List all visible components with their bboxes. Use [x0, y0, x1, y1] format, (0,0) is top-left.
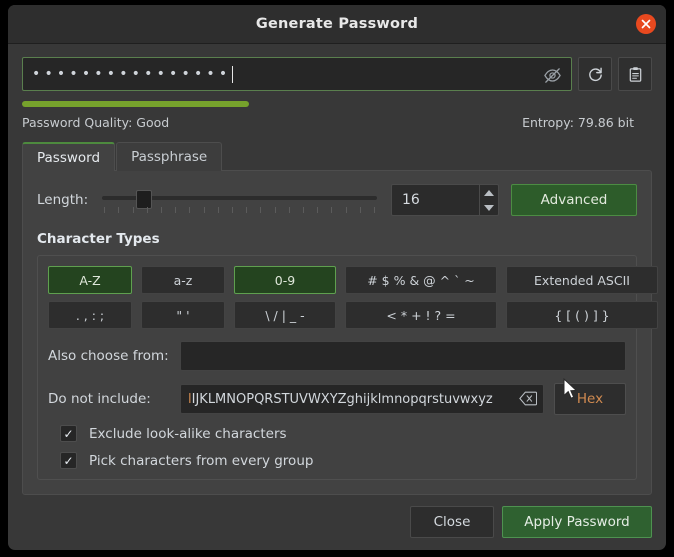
character-types-grid: A-Z a-z 0-9 # $ % & @ ^ ` ~ Extended ASC… — [48, 266, 658, 329]
char-type-braces[interactable]: { [ ( ) ] } — [506, 301, 658, 329]
slider-ticks — [104, 207, 375, 213]
char-type-lowercase[interactable]: a-z — [141, 266, 225, 294]
character-types-group: A-Z a-z 0-9 # $ % & @ ^ ` ~ Extended ASC… — [37, 255, 658, 480]
do-not-include-value-main: IJKLMNOPQRSTUVWXYZghijklmnopqrstuvwxyz — [191, 391, 493, 407]
stepper-up-button[interactable] — [480, 185, 498, 200]
eye-off-glyph — [543, 67, 561, 83]
char-type-dashes[interactable]: \ / | _ - — [234, 301, 336, 329]
do-not-include-input[interactable]: lIJKLMNOPQRSTUVWXYZghijklmnopqrstuvwxyz — [180, 384, 544, 414]
option-pick-every-group-label: Pick characters from every group — [89, 452, 314, 469]
password-quality-bar — [22, 101, 652, 107]
char-type-quotes[interactable]: " ' — [141, 301, 225, 329]
apply-password-button[interactable]: Apply Password — [502, 506, 652, 538]
checkbox-exclude-lookalike[interactable]: ✓ — [60, 425, 77, 442]
dialog-body: •••••••••••••••• Password Quality: Good … — [8, 57, 666, 495]
password-input[interactable]: •••••••••••••••• — [22, 57, 572, 91]
close-button[interactable]: Close — [410, 506, 494, 538]
password-row: •••••••••••••••• — [22, 57, 652, 91]
close-icon[interactable] — [636, 14, 656, 34]
advanced-button[interactable]: Advanced — [511, 184, 637, 216]
clipboard-glyph — [629, 66, 641, 82]
eye-off-icon[interactable] — [541, 64, 563, 86]
char-type-math[interactable]: < * + ! ? = — [345, 301, 497, 329]
also-choose-input[interactable] — [180, 341, 626, 371]
stepper-down-button[interactable] — [480, 200, 498, 215]
option-pick-every-group[interactable]: ✓ Pick characters from every group — [60, 452, 626, 469]
also-choose-row: Also choose from: — [48, 341, 626, 371]
tab-passphrase[interactable]: Passphrase — [116, 142, 223, 171]
clear-field-icon[interactable] — [519, 391, 538, 410]
character-types-title: Character Types — [37, 231, 160, 247]
refresh-icon[interactable] — [578, 57, 612, 91]
char-type-numbers[interactable]: 0-9 — [234, 266, 336, 294]
clear-field-glyph — [519, 391, 538, 406]
also-choose-label: Also choose from: — [48, 348, 169, 364]
do-not-include-label: Do not include: — [48, 391, 151, 407]
char-type-extended-ascii[interactable]: Extended ASCII — [506, 266, 658, 294]
check-mark-icon: ✓ — [63, 426, 74, 441]
entropy-label: Entropy: 79.86 bit — [522, 115, 634, 130]
char-type-special[interactable]: # $ % & @ ^ ` ~ — [345, 266, 497, 294]
chevron-down-icon — [484, 204, 494, 211]
titlebar: Generate Password — [8, 5, 666, 44]
generate-password-dialog: Generate Password •••••••••••••••• Passw… — [8, 5, 666, 550]
clipboard-icon[interactable] — [618, 57, 652, 91]
length-row: Length: 16 Advanced — [37, 183, 637, 217]
password-options-panel: Length: 16 Advanced Character Types A-Z … — [22, 170, 658, 495]
chevron-up-icon — [484, 189, 494, 196]
password-quality-label: Password Quality: Good — [22, 115, 170, 130]
length-value: 16 — [402, 192, 420, 208]
tab-bar: Password Passphrase — [22, 142, 652, 171]
tab-password[interactable]: Password — [22, 142, 116, 171]
checkbox-pick-every-group[interactable]: ✓ — [60, 452, 77, 469]
do-not-include-value: lIJKLMNOPQRSTUVWXYZghijklmnopqrstuvwxyz — [181, 392, 493, 407]
password-quality-fill — [22, 101, 249, 107]
check-mark-icon: ✓ — [63, 453, 74, 468]
do-not-include-row: Do not include: lIJKLMNOPQRSTUVWXYZghijk… — [48, 383, 626, 415]
hex-button[interactable]: Hex — [554, 383, 626, 415]
text-caret — [232, 65, 234, 83]
dialog-footer: Close Apply Password — [410, 506, 652, 538]
length-label: Length: — [37, 192, 89, 208]
password-masked-value: •••••••••••••••• — [32, 66, 232, 82]
length-stepper[interactable]: 16 — [391, 184, 499, 216]
char-type-uppercase[interactable]: A-Z — [48, 266, 132, 294]
option-exclude-lookalike-label: Exclude look-alike characters — [89, 425, 287, 442]
refresh-glyph — [588, 67, 602, 81]
length-slider[interactable] — [102, 183, 377, 217]
close-x-glyph — [641, 19, 651, 29]
char-type-punctuation[interactable]: . , : ; — [48, 301, 132, 329]
status-row: Password Quality: Good Entropy: 79.86 bi… — [22, 115, 652, 130]
option-exclude-lookalike[interactable]: ✓ Exclude look-alike characters — [60, 425, 626, 442]
dialog-title: Generate Password — [255, 16, 419, 32]
stepper-arrows — [479, 185, 498, 215]
